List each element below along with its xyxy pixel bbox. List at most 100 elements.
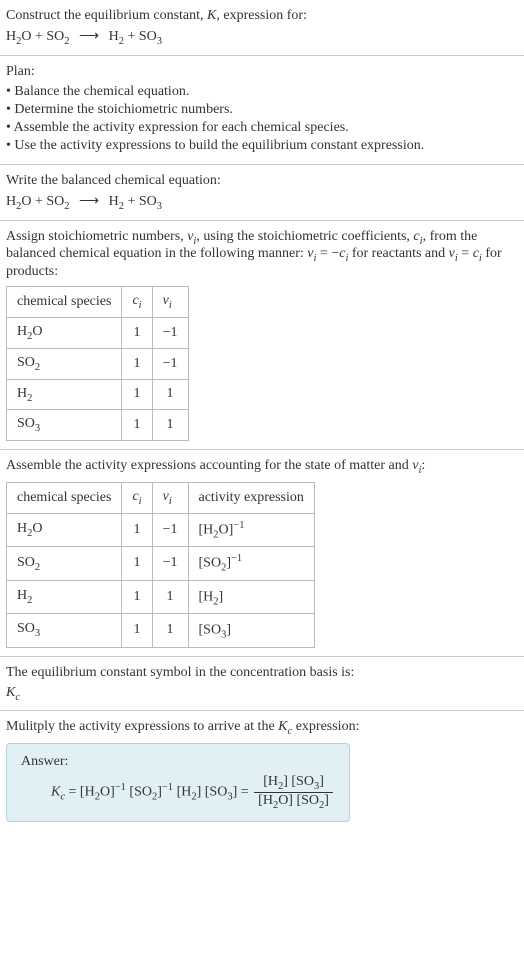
answer-label: Answer:: [21, 754, 335, 770]
multiply-intro: Mulitply the activity expressions to arr…: [6, 719, 518, 737]
cell-species: H2: [7, 379, 122, 410]
table-header-row: chemical species ci νi activity expressi…: [7, 482, 315, 513]
cell-c: 1: [122, 317, 152, 348]
eq-so3: + SO: [124, 29, 157, 44]
cell-nu: −1: [152, 348, 188, 379]
table-row: SO2 1 −1: [7, 348, 189, 379]
cell-species: SO2: [7, 348, 122, 379]
eq1b: = −: [316, 246, 339, 261]
th-nusub: i: [169, 496, 172, 507]
answer-box: Answer: Kc = [H2O]−1 [SO2]−1 [H2] [SO3] …: [6, 743, 350, 822]
fraction: [H2] [SO3][H2O] [SO2]: [254, 774, 333, 811]
th-ci: ci: [122, 482, 152, 513]
intro-section: Construct the equilibrium constant, K, e…: [0, 0, 524, 56]
balanced-equation: H2O + SO2 ⟶ H2 + SO3: [6, 193, 518, 212]
spsub: 3: [35, 423, 40, 434]
act: [SO: [199, 556, 222, 571]
ans-eq: =: [65, 785, 80, 800]
spb: O: [32, 521, 42, 536]
spsub: 2: [27, 595, 32, 606]
table-row: SO3 1 1: [7, 410, 189, 441]
intro-text: Construct the equilibrium constant, K, e…: [6, 8, 518, 24]
sp: H: [17, 588, 27, 603]
actb: ]: [219, 589, 224, 604]
beq-o-so: O + SO: [21, 194, 64, 209]
cell-species: SO3: [7, 410, 122, 441]
basis-text: The equilibrium constant symbol in the c…: [6, 665, 518, 681]
answer-equation: Kc = [H2O]−1 [SO2]−1 [H2] [SO3] = [H2] […: [51, 774, 335, 811]
sp: SO: [17, 621, 35, 636]
mul-k: K: [278, 719, 287, 734]
spsub: 2: [27, 392, 32, 403]
actsup: −1: [231, 553, 242, 564]
spsub: 2: [35, 561, 40, 572]
th-species: chemical species: [7, 482, 122, 513]
eq-o-so: O + SO: [21, 29, 64, 44]
cell-nu: 1: [152, 580, 188, 613]
denb: O] [SO: [278, 793, 319, 808]
cell-nu: −1: [152, 317, 188, 348]
stoich-section: Assign stoichiometric numbers, νi, using…: [0, 221, 524, 451]
cell-activity: [H2O]−1: [188, 513, 314, 546]
eq-h2: H: [109, 29, 119, 44]
cell-species: SO2: [7, 547, 122, 580]
cell-c: 1: [122, 547, 152, 580]
cell-c: 1: [122, 614, 152, 647]
cell-nu: 1: [152, 379, 188, 410]
mul-a: Mulitply the activity expressions to arr…: [6, 719, 278, 734]
beq-h: H: [6, 194, 16, 209]
numc: ]: [319, 774, 324, 789]
beq-h2: H: [109, 194, 119, 209]
th-csub: i: [139, 496, 142, 507]
unbalanced-equation: H2O + SO2 ⟶ H2 + SO3: [6, 28, 518, 47]
spsub: 2: [35, 362, 40, 373]
t4a: [SO: [205, 785, 228, 800]
activity-intro: Assemble the activity expressions accoun…: [6, 458, 518, 476]
cell-species: H2O: [7, 317, 122, 348]
eq2b: =: [458, 246, 473, 261]
cell-nu: 1: [152, 410, 188, 441]
cell-nu: −1: [152, 513, 188, 546]
eq-sub2: 2: [64, 36, 69, 47]
cell-nu: 1: [152, 614, 188, 647]
beq-sub4: 3: [157, 201, 162, 212]
table-row: H2O 1 −1 [H2O]−1: [7, 513, 315, 546]
denc: ]: [324, 793, 329, 808]
cell-species: SO3: [7, 614, 122, 647]
t2a: [SO: [129, 785, 152, 800]
table-row: SO2 1 −1 [SO2]−1: [7, 547, 315, 580]
plan-item: • Assemble the activity expression for e…: [6, 120, 518, 136]
sp: H: [17, 386, 27, 401]
stoich-table: chemical species ci νi H2O 1 −1 SO2 1 −1…: [6, 286, 189, 441]
activity-table: chemical species ci νi activity expressi…: [6, 482, 315, 648]
cell-c: 1: [122, 580, 152, 613]
activity-section: Assemble the activity expressions accoun…: [0, 450, 524, 656]
stoich-a: Assign stoichiometric numbers,: [6, 229, 187, 244]
spb: O: [32, 324, 42, 339]
cell-activity: [H2]: [188, 580, 314, 613]
plan-item: • Balance the chemical equation.: [6, 84, 518, 100]
arrow-icon: ⟶: [79, 28, 99, 45]
spsub: 3: [35, 628, 40, 639]
intro-part1: Construct the equilibrium constant,: [6, 8, 207, 23]
eq-sub4: 3: [157, 36, 162, 47]
numerator: [H2] [SO3]: [254, 774, 333, 793]
cell-species: H2O: [7, 513, 122, 546]
stoich-intro: Assign stoichiometric numbers, νi, using…: [6, 229, 518, 281]
dena: [H: [258, 793, 273, 808]
eq-h: H: [6, 29, 16, 44]
th-activity: activity expression: [188, 482, 314, 513]
th-csub: i: [139, 300, 142, 311]
ans-k: K: [51, 785, 60, 800]
mul-b: expression:: [292, 719, 359, 734]
th-ci: ci: [122, 287, 152, 318]
sp: SO: [17, 416, 35, 431]
beq-so3: + SO: [124, 194, 157, 209]
ans-eq2: =: [237, 785, 252, 800]
balanced-section: Write the balanced chemical equation: H2…: [0, 165, 524, 221]
th-nui: νi: [152, 287, 188, 318]
arrow-icon: ⟶: [79, 193, 99, 210]
plan-item: • Use the activity expressions to build …: [6, 138, 518, 154]
t1a: [H: [80, 785, 95, 800]
cell-species: H2: [7, 580, 122, 613]
